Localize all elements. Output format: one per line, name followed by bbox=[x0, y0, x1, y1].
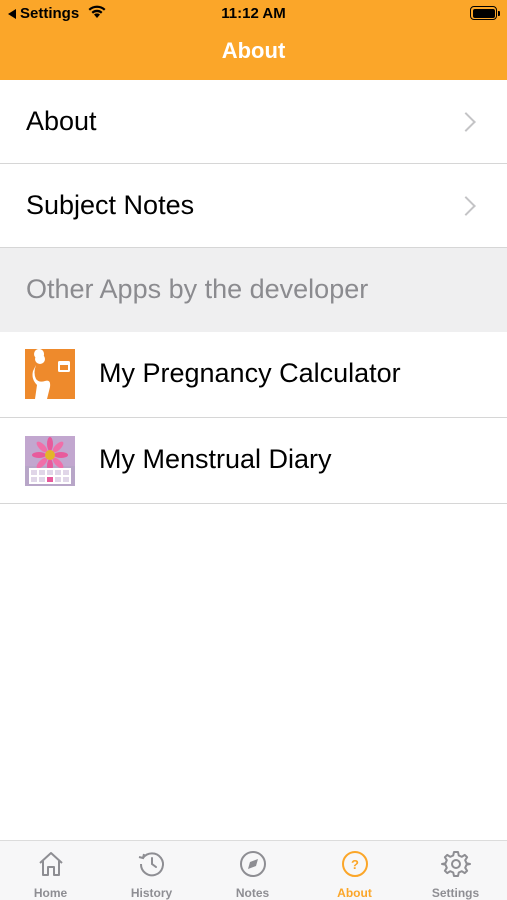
tab-bar: Home History Notes ? About Settings bbox=[0, 840, 507, 900]
home-icon bbox=[39, 852, 63, 876]
battery-icon bbox=[470, 6, 500, 20]
tab-history[interactable]: History bbox=[101, 841, 202, 900]
svg-text:?: ? bbox=[351, 857, 359, 872]
about-row[interactable]: About bbox=[0, 80, 507, 164]
subject-notes-row[interactable]: Subject Notes bbox=[0, 164, 507, 248]
page-title: About bbox=[221, 38, 286, 63]
tab-notes[interactable]: Notes bbox=[202, 841, 303, 900]
tab-settings[interactable]: Settings bbox=[405, 841, 506, 900]
section-header: Other Apps by the developer bbox=[0, 248, 507, 332]
section-header-label: Other Apps by the developer bbox=[26, 274, 369, 304]
chevron-right-icon bbox=[456, 112, 476, 132]
status-time: 11:12 AM bbox=[221, 5, 286, 22]
menstrual-diary-app-icon bbox=[25, 436, 75, 486]
app-row-label: My Pregnancy Calculator bbox=[99, 358, 401, 388]
pregnancy-calculator-app-icon bbox=[25, 349, 75, 399]
tab-about-label: About bbox=[337, 886, 372, 900]
gear-icon bbox=[441, 851, 471, 877]
tab-home[interactable]: Home bbox=[0, 841, 101, 900]
chevron-right-icon bbox=[456, 196, 476, 216]
about-row-label: About bbox=[26, 106, 97, 136]
app-row-label: My Menstrual Diary bbox=[99, 444, 332, 474]
compass-icon bbox=[240, 851, 266, 877]
tab-about[interactable]: ? About bbox=[304, 841, 405, 900]
history-icon bbox=[138, 852, 164, 877]
subject-notes-row-label: Subject Notes bbox=[26, 190, 195, 220]
app-row-pregnancy-calculator[interactable]: My Pregnancy Calculator bbox=[0, 332, 507, 418]
tab-history-label: History bbox=[130, 886, 173, 900]
app-row-menstrual-diary[interactable]: My Menstrual Diary bbox=[0, 418, 507, 504]
tab-settings-label: Settings bbox=[431, 886, 480, 900]
tab-notes-label: Notes bbox=[235, 886, 270, 900]
navigation-bar: Settings 11:12 AM About bbox=[0, 0, 507, 80]
status-bar: Settings 11:12 AM bbox=[0, 0, 507, 28]
tab-home-label: Home bbox=[33, 886, 68, 900]
question-icon: ? bbox=[342, 851, 368, 877]
